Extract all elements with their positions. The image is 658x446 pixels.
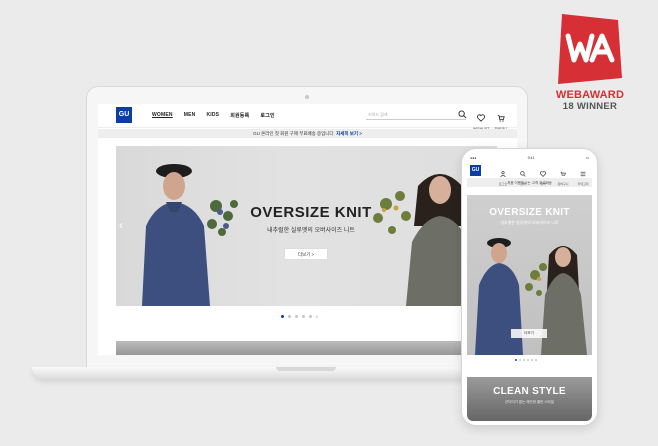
- mobile-site: ●●● 9:41 ▭ GU 로그인 검색 위시 장바구니 카테고리 처음 이용하…: [467, 155, 592, 421]
- status-bar: ●●● 9:41 ▭: [467, 155, 592, 162]
- main-nav: WOMEN MEN KIDS 회원등록 로그인: [152, 112, 275, 119]
- slide-dot[interactable]: [519, 359, 521, 361]
- slide-dot[interactable]: [302, 315, 305, 318]
- notice-link[interactable]: 자세히 보기 >: [336, 131, 362, 136]
- menu-button[interactable]: 카테고리: [575, 164, 591, 186]
- hero-title: OVERSIZE KNIT: [250, 204, 372, 221]
- nav-men[interactable]: MEN: [184, 112, 196, 119]
- notice-text: GU 온라인 첫 회원 구매 무료배송 중입니다: [253, 131, 334, 136]
- login-label: 로그인: [498, 182, 508, 186]
- signal-icon: ●●●: [470, 156, 477, 160]
- clean-style-banner[interactable]: CLEAN STYLE 군더더기 없는 깨끗한 클린 스타일: [467, 377, 592, 421]
- slide-dot[interactable]: [527, 359, 529, 361]
- mobile-hero-banner[interactable]: OVERSIZE KNIT 내추럴한 실루엣의 오버사이즈 니트 더보기: [467, 195, 592, 355]
- menu-icon: [580, 171, 586, 177]
- search-icon[interactable]: [458, 110, 467, 119]
- hero-banner[interactable]: ‹ OVERSIZE KNIT 내추럴한 실루엣의 오버사이즈 니트 더보기 >: [116, 146, 497, 306]
- status-time: 9:41: [527, 156, 535, 160]
- award-subtitle: 18 WINNER: [562, 101, 618, 112]
- slide-indicator: II: [281, 315, 318, 319]
- battery-icon: ▭: [585, 156, 589, 160]
- heart-icon: [540, 171, 546, 177]
- notice-bar: GU 온라인 첫 회원 구매 무료배송 중입니다 자세히 보기 >: [98, 129, 517, 138]
- gu-logo[interactable]: GU: [470, 165, 481, 176]
- search-icon: [520, 171, 526, 177]
- mobile-icon-bar: 로그인 검색 위시 장바구니 카테고리: [495, 164, 591, 186]
- phone: ●●● 9:41 ▭ GU 로그인 검색 위시 장바구니 카테고리 처음 이용하…: [461, 148, 598, 426]
- slide-dot[interactable]: [309, 315, 312, 318]
- cart-icon: [497, 115, 505, 122]
- nav-women[interactable]: WOMEN: [152, 112, 173, 119]
- prev-slide-arrow[interactable]: ‹: [119, 218, 123, 232]
- cart-icon: [560, 171, 566, 176]
- slide-dot[interactable]: [523, 359, 525, 361]
- laptop-camera: [305, 95, 309, 99]
- cart-label: 장바구니: [557, 182, 569, 186]
- mobile-hero-title: OVERSIZE KNIT: [489, 207, 570, 218]
- login-button[interactable]: 로그인: [495, 164, 511, 186]
- search-button[interactable]: 검색: [515, 164, 531, 186]
- menu-label: 카테고리: [577, 182, 589, 186]
- slide-dot[interactable]: [535, 359, 537, 361]
- slide-dot[interactable]: [515, 359, 517, 361]
- wishlist-button[interactable]: 위시: [535, 164, 551, 186]
- next-section-banner[interactable]: [116, 341, 497, 355]
- slide-dot[interactable]: [281, 315, 284, 318]
- desktop-header: GU WOMEN MEN KIDS 회원등록 로그인 키워드 검색 WISHLI…: [98, 104, 517, 131]
- gu-logo[interactable]: GU: [116, 107, 132, 123]
- webaward-badge: WEBAWARD 18 WINNER: [549, 14, 631, 112]
- user-icon: [500, 171, 506, 178]
- clean-style-subtitle: 군더더기 없는 깨끗한 클린 스타일: [505, 400, 554, 404]
- mobile-hero-more-button[interactable]: 더보기: [511, 329, 547, 338]
- slide-dot[interactable]: [295, 315, 298, 318]
- nav-kids[interactable]: KIDS: [206, 112, 219, 119]
- heart-icon: [477, 114, 485, 122]
- desktop-site: GU WOMEN MEN KIDS 회원등록 로그인 키워드 검색 WISHLI…: [98, 104, 517, 355]
- slide-dot[interactable]: [531, 359, 533, 361]
- hero-subtitle: 내추럴한 실루엣의 오버사이즈 니트: [267, 228, 355, 234]
- award-title: WEBAWARD: [555, 89, 625, 101]
- pause-icon[interactable]: II: [316, 315, 318, 319]
- wishlist-button[interactable]: WISHLIST: [473, 109, 490, 131]
- hero-more-button[interactable]: 더보기 >: [284, 248, 328, 260]
- clean-style-title: CLEAN STYLE: [493, 386, 566, 397]
- mobile-header: GU 로그인 검색 위시 장바구니 카테고리: [467, 162, 592, 186]
- webaward-logo: [556, 14, 624, 88]
- slide-dot[interactable]: [288, 315, 291, 318]
- nav-login[interactable]: 로그인: [260, 112, 274, 119]
- search-label: 검색: [520, 182, 526, 186]
- mobile-hero-subtitle: 내추럴한 실루엣의 오버사이즈 니트: [500, 220, 559, 225]
- nav-signup[interactable]: 회원등록: [230, 112, 249, 119]
- cart-button[interactable]: 장바구니: [555, 164, 571, 186]
- wishlist-label: 위시: [540, 182, 546, 186]
- mobile-slide-indicator: [515, 359, 537, 361]
- laptop-notch: [276, 367, 336, 371]
- search-input[interactable]: 키워드 검색: [366, 110, 466, 120]
